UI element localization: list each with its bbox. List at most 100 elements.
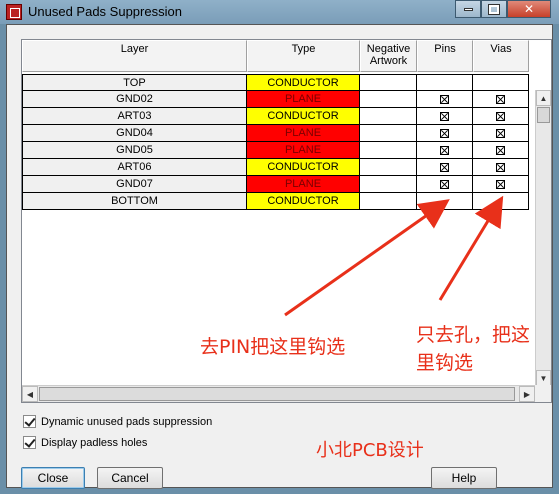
- pins-cell[interactable]: [417, 142, 473, 159]
- vias-checkbox[interactable]: [496, 162, 505, 172]
- vertical-scroll-thumb[interactable]: [537, 107, 550, 123]
- header-layer[interactable]: Layer: [22, 40, 247, 72]
- table-row[interactable]: GND07 PLANE: [22, 176, 529, 193]
- close-window-button[interactable]: ✕: [507, 0, 551, 18]
- help-button[interactable]: Help: [431, 467, 497, 489]
- close-button[interactable]: Close: [21, 467, 85, 489]
- vias-checkbox[interactable]: [496, 111, 505, 121]
- pins-cell[interactable]: [417, 91, 473, 108]
- pins-cell[interactable]: [417, 125, 473, 142]
- cancel-button[interactable]: Cancel: [97, 467, 163, 489]
- vias-cell[interactable]: [473, 91, 529, 108]
- grid-rows: TOP CONDUCTOR GND02 PLANE ART03 CONDUCTOR GND0…: [22, 74, 529, 210]
- maximize-button[interactable]: [481, 0, 507, 18]
- table-row[interactable]: GND02 PLANE: [22, 91, 529, 108]
- layer-cell[interactable]: BOTTOM: [22, 193, 247, 210]
- minimize-button[interactable]: [455, 0, 481, 18]
- type-cell[interactable]: CONDUCTOR: [247, 159, 360, 176]
- header-type[interactable]: Type: [247, 40, 360, 72]
- pins-checkbox[interactable]: [440, 128, 449, 138]
- vias-cell[interactable]: [473, 159, 529, 176]
- type-cell[interactable]: PLANE: [247, 142, 360, 159]
- vias-checkbox[interactable]: [496, 128, 505, 138]
- vias-cell[interactable]: [473, 142, 529, 159]
- negative-artwork-cell[interactable]: [360, 193, 417, 210]
- negative-artwork-cell[interactable]: [360, 142, 417, 159]
- negative-artwork-cell[interactable]: [360, 176, 417, 193]
- table-row[interactable]: ART03 CONDUCTOR: [22, 108, 529, 125]
- scroll-corner: [535, 385, 551, 402]
- pins-cell[interactable]: [417, 193, 473, 210]
- layer-cell[interactable]: GND04: [22, 125, 247, 142]
- close-icon: ✕: [523, 2, 535, 16]
- padless-holes-checkbox[interactable]: [23, 436, 36, 449]
- negative-artwork-cell[interactable]: [360, 91, 417, 108]
- header-pins[interactable]: Pins: [417, 40, 473, 72]
- padless-holes-option[interactable]: Display padless holes: [23, 436, 147, 449]
- vias-cell[interactable]: [473, 108, 529, 125]
- header-layer-label: Layer: [120, 43, 149, 55]
- pins-cell[interactable]: [417, 159, 473, 176]
- table-row[interactable]: BOTTOM CONDUCTOR: [22, 193, 529, 210]
- negative-artwork-cell[interactable]: [360, 159, 417, 176]
- maximize-icon: [488, 3, 500, 15]
- negative-artwork-cell[interactable]: [360, 74, 417, 91]
- type-cell[interactable]: CONDUCTOR: [247, 74, 360, 91]
- header-type-label: Type: [291, 43, 316, 55]
- type-cell[interactable]: CONDUCTOR: [247, 193, 360, 210]
- layer-cell[interactable]: GND07: [22, 176, 247, 193]
- layer-cell[interactable]: ART06: [22, 159, 247, 176]
- scroll-right-button[interactable]: ▶: [519, 386, 535, 402]
- header-vias[interactable]: Vias: [473, 40, 529, 72]
- vias-checkbox[interactable]: [496, 179, 505, 189]
- pins-annotation: 去PIN把这里钩选: [200, 336, 346, 358]
- vias-cell[interactable]: [473, 125, 529, 142]
- type-cell[interactable]: PLANE: [247, 125, 360, 142]
- table-row[interactable]: GND05 PLANE: [22, 142, 529, 159]
- pins-checkbox[interactable]: [440, 179, 449, 189]
- vias-annotation-line2: 里钩选: [416, 352, 474, 374]
- vias-annotation-line1: 只去孔，把这: [416, 324, 531, 346]
- scroll-left-button[interactable]: ◀: [22, 386, 38, 402]
- pins-checkbox[interactable]: [440, 94, 449, 104]
- scroll-up-button[interactable]: ▲: [536, 90, 551, 106]
- pins-checkbox[interactable]: [440, 145, 449, 155]
- pins-cell[interactable]: [417, 74, 473, 91]
- app-icon: [6, 4, 22, 20]
- layer-cell[interactable]: GND02: [22, 91, 247, 108]
- table-row[interactable]: ART06 CONDUCTOR: [22, 159, 529, 176]
- vias-cell[interactable]: [473, 193, 529, 210]
- watermark-text: 小北PCB设计: [316, 440, 424, 461]
- vias-cell[interactable]: [473, 74, 529, 91]
- table-row[interactable]: TOP CONDUCTOR: [22, 74, 529, 91]
- layer-cell[interactable]: ART03: [22, 108, 247, 125]
- vertical-scrollbar[interactable]: ▲ ▼: [535, 90, 551, 386]
- header-negative-artwork[interactable]: Negative Artwork: [360, 40, 417, 72]
- vias-checkbox[interactable]: [496, 145, 505, 155]
- type-cell[interactable]: CONDUCTOR: [247, 108, 360, 125]
- pins-cell[interactable]: [417, 108, 473, 125]
- pins-checkbox[interactable]: [440, 111, 449, 121]
- layer-cell[interactable]: TOP: [22, 74, 247, 91]
- layer-cell[interactable]: GND05: [22, 142, 247, 159]
- horizontal-scrollbar[interactable]: ◀ ▶: [22, 385, 551, 402]
- vias-cell[interactable]: [473, 176, 529, 193]
- header-negative-artwork-label: Negative Artwork: [366, 43, 411, 67]
- vias-checkbox[interactable]: [496, 94, 505, 104]
- pins-cell[interactable]: [417, 176, 473, 193]
- horizontal-scroll-thumb[interactable]: [39, 387, 515, 401]
- dynamic-suppression-option[interactable]: Dynamic unused pads suppression: [23, 415, 212, 428]
- scroll-down-button[interactable]: ▼: [536, 370, 551, 386]
- padless-holes-label: Display padless holes: [41, 436, 148, 449]
- title-bar: Unused Pads Suppression ✕: [0, 0, 559, 24]
- grid-header: Layer Type Negative Artwork Pins Vias: [22, 40, 529, 72]
- dynamic-suppression-label: Dynamic unused pads suppression: [41, 415, 213, 428]
- type-cell[interactable]: PLANE: [247, 91, 360, 108]
- negative-artwork-cell[interactable]: [360, 125, 417, 142]
- table-row[interactable]: GND04 PLANE: [22, 125, 529, 142]
- type-cell[interactable]: PLANE: [247, 176, 360, 193]
- dynamic-suppression-checkbox[interactable]: [23, 415, 36, 428]
- window-title: Unused Pads Suppression: [28, 4, 182, 19]
- pins-checkbox[interactable]: [440, 162, 449, 172]
- negative-artwork-cell[interactable]: [360, 108, 417, 125]
